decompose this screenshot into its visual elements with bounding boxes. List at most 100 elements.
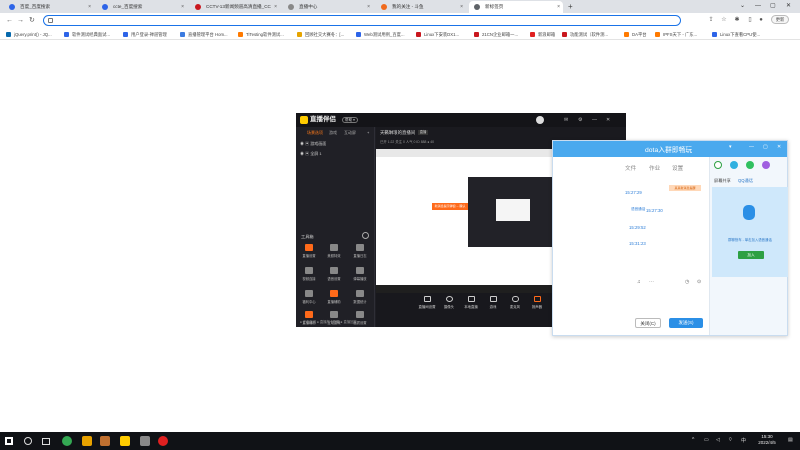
tray-expand-icon[interactable]: ^: [692, 437, 694, 443]
bookmark-item[interactable]: Linux下安装DX1...: [416, 30, 459, 39]
bookmark-item[interactable]: 回顾社交大赛冬：[...: [297, 30, 344, 39]
bookmark-item[interactable]: 用户登录-禅道管理: [123, 30, 167, 39]
new-tab-button[interactable]: +: [568, 1, 573, 12]
network-icon[interactable]: ▭: [704, 437, 709, 443]
media-icon[interactable]: [140, 436, 150, 446]
chevron-down-icon[interactable]: ⌄: [740, 0, 745, 13]
notification-icon[interactable]: ✉: [564, 114, 568, 126]
avatar[interactable]: [536, 116, 544, 124]
close-icon[interactable]: ×: [274, 1, 277, 13]
bookmark-item[interactable]: 直播管理平台 Hom...: [180, 30, 228, 39]
chrome-icon[interactable]: [62, 436, 72, 446]
bookmark-item[interactable]: 功能测试（软件测...: [562, 30, 608, 39]
ctrl-camera[interactable]: 摄像头: [438, 296, 460, 309]
ctrl-speaker[interactable]: 扬声器: [526, 296, 548, 309]
close-icon[interactable]: ×: [460, 1, 463, 13]
game-icon[interactable]: [100, 436, 110, 446]
tool-item[interactable]: 直播辅助: [323, 290, 345, 308]
ctrl-local[interactable]: 本地直播: [460, 296, 482, 309]
red-app-icon[interactable]: [158, 436, 168, 446]
star-icon[interactable]: ☆: [720, 14, 728, 26]
tool-item[interactable]: 弹幕播放: [349, 267, 371, 285]
scene-tab-options[interactable]: 场景选项: [307, 130, 323, 136]
wifi-icon[interactable]: ⌔: [728, 437, 733, 443]
maximize-icon[interactable]: ▢: [763, 144, 768, 150]
source-item[interactable]: ◉ ▣ 游戏画面: [300, 141, 326, 147]
bookmark-item[interactable]: Linux下查看CPU使...: [712, 30, 760, 39]
maximize-icon[interactable]: ▢: [770, 0, 776, 13]
search-icon[interactable]: [24, 437, 32, 445]
help-icon[interactable]: ⊙: [697, 279, 701, 285]
live-icon[interactable]: [120, 436, 130, 446]
tool-item[interactable]: 美颜特效: [323, 244, 345, 262]
tool-item[interactable]: 语音设置: [323, 267, 345, 285]
address-bar[interactable]: [43, 15, 681, 26]
minimize-icon[interactable]: —: [592, 114, 597, 126]
phone-icon[interactable]: [714, 161, 722, 169]
taskview-icon[interactable]: [42, 438, 50, 445]
history-icon[interactable]: ◷: [685, 279, 689, 285]
bookmark-item[interactable]: jQuery.print() - JQ...: [6, 30, 52, 39]
side-label-call[interactable]: QQ通话: [738, 178, 753, 184]
screen-share-icon[interactable]: [746, 161, 754, 169]
close-icon[interactable]: ✕: [777, 144, 781, 150]
tool-item[interactable]: 数据统计: [349, 290, 371, 308]
input-language[interactable]: 中: [741, 437, 746, 444]
video-icon[interactable]: [730, 161, 738, 169]
bookmark-item[interactable]: TiTesting软件测试...: [238, 30, 284, 39]
microphone-icon[interactable]: ♫: [637, 279, 641, 285]
close-icon[interactable]: ×: [181, 1, 184, 13]
volume-icon[interactable]: ◁: [716, 437, 720, 443]
system-clock[interactable]: 15:30 2022/4/5: [754, 434, 780, 446]
close-icon[interactable]: ✕: [606, 114, 610, 126]
update-button[interactable]: 更新: [771, 15, 789, 24]
site-info-icon[interactable]: [48, 18, 53, 23]
reload-icon[interactable]: ↻: [29, 15, 35, 26]
bookmark-item[interactable]: 软件测试经典面试...: [64, 30, 110, 39]
sidebar-icon[interactable]: ▯: [746, 14, 754, 26]
scene-tab-interactive[interactable]: 互动屏: [344, 130, 356, 136]
bookmark-item[interactable]: 新浪邮箱: [530, 30, 555, 39]
settings-icon[interactable]: ⚙: [578, 114, 582, 126]
more-icon[interactable]: ⋯: [649, 279, 654, 285]
minimize-icon[interactable]: —: [755, 0, 761, 13]
bookmark-item[interactable]: Web测试用例_百度...: [356, 30, 405, 39]
forward-icon[interactable]: →: [17, 15, 24, 26]
close-window-icon[interactable]: ✕: [786, 0, 791, 13]
profile-icon[interactable]: ●: [757, 14, 765, 26]
browser-tab-1[interactable]: 百度_百度搜索 ×: [4, 1, 94, 13]
apps-icon[interactable]: [762, 161, 770, 169]
browser-tab-5[interactable]: 我的关注 - 斗鱼 ×: [376, 1, 466, 13]
source-item[interactable]: ◉ ▣ 全屏 1: [300, 151, 322, 157]
url-input[interactable]: [56, 17, 656, 24]
side-label-screen[interactable]: 屏幕共享: [714, 178, 731, 184]
refresh-icon[interactable]: [362, 232, 369, 239]
close-chat-button[interactable]: 关闭(C): [635, 318, 661, 328]
add-scene-icon[interactable]: +: [367, 130, 369, 135]
bookmark-item[interactable]: 21CN企业邮箱一...: [474, 30, 518, 39]
browser-tab-4[interactable]: 直播中心 ×: [283, 1, 373, 13]
ctrl-room-settings[interactable]: 直播间设置: [416, 296, 438, 309]
minimize-icon[interactable]: —: [749, 144, 754, 150]
bookmark-item[interactable]: IPFS天下 - 广东...: [655, 30, 697, 39]
join-voice-button[interactable]: 加入: [738, 251, 764, 259]
notification-icon[interactable]: ▤: [788, 437, 793, 443]
close-icon[interactable]: ×: [88, 1, 91, 13]
ctrl-mic[interactable]: 麦克风: [504, 296, 526, 309]
chat-tab-files[interactable]: 文件: [625, 164, 636, 172]
browser-tab-2[interactable]: ccte_百度搜索 ×: [97, 1, 187, 13]
tool-item[interactable]: 直播日志: [349, 244, 371, 262]
send-button[interactable]: 发送(S): [669, 318, 703, 328]
message-link[interactable]: 语音通话: [631, 207, 647, 212]
close-icon[interactable]: ×: [367, 1, 370, 13]
back-icon[interactable]: ←: [6, 15, 13, 26]
app-icon[interactable]: [82, 436, 92, 446]
tool-item[interactable]: 视频连接: [298, 267, 320, 285]
extensions-icon[interactable]: ✱: [733, 14, 741, 26]
scene-tab-game[interactable]: 游戏: [329, 130, 337, 136]
chat-tab-homework[interactable]: 作业: [649, 164, 660, 172]
share-icon[interactable]: ⇪: [707, 14, 715, 26]
start-icon[interactable]: [5, 437, 13, 445]
close-icon[interactable]: ×: [557, 1, 560, 13]
browser-tab-3[interactable]: CCTV-13新闻频道高清直播_CC ×: [190, 1, 280, 13]
